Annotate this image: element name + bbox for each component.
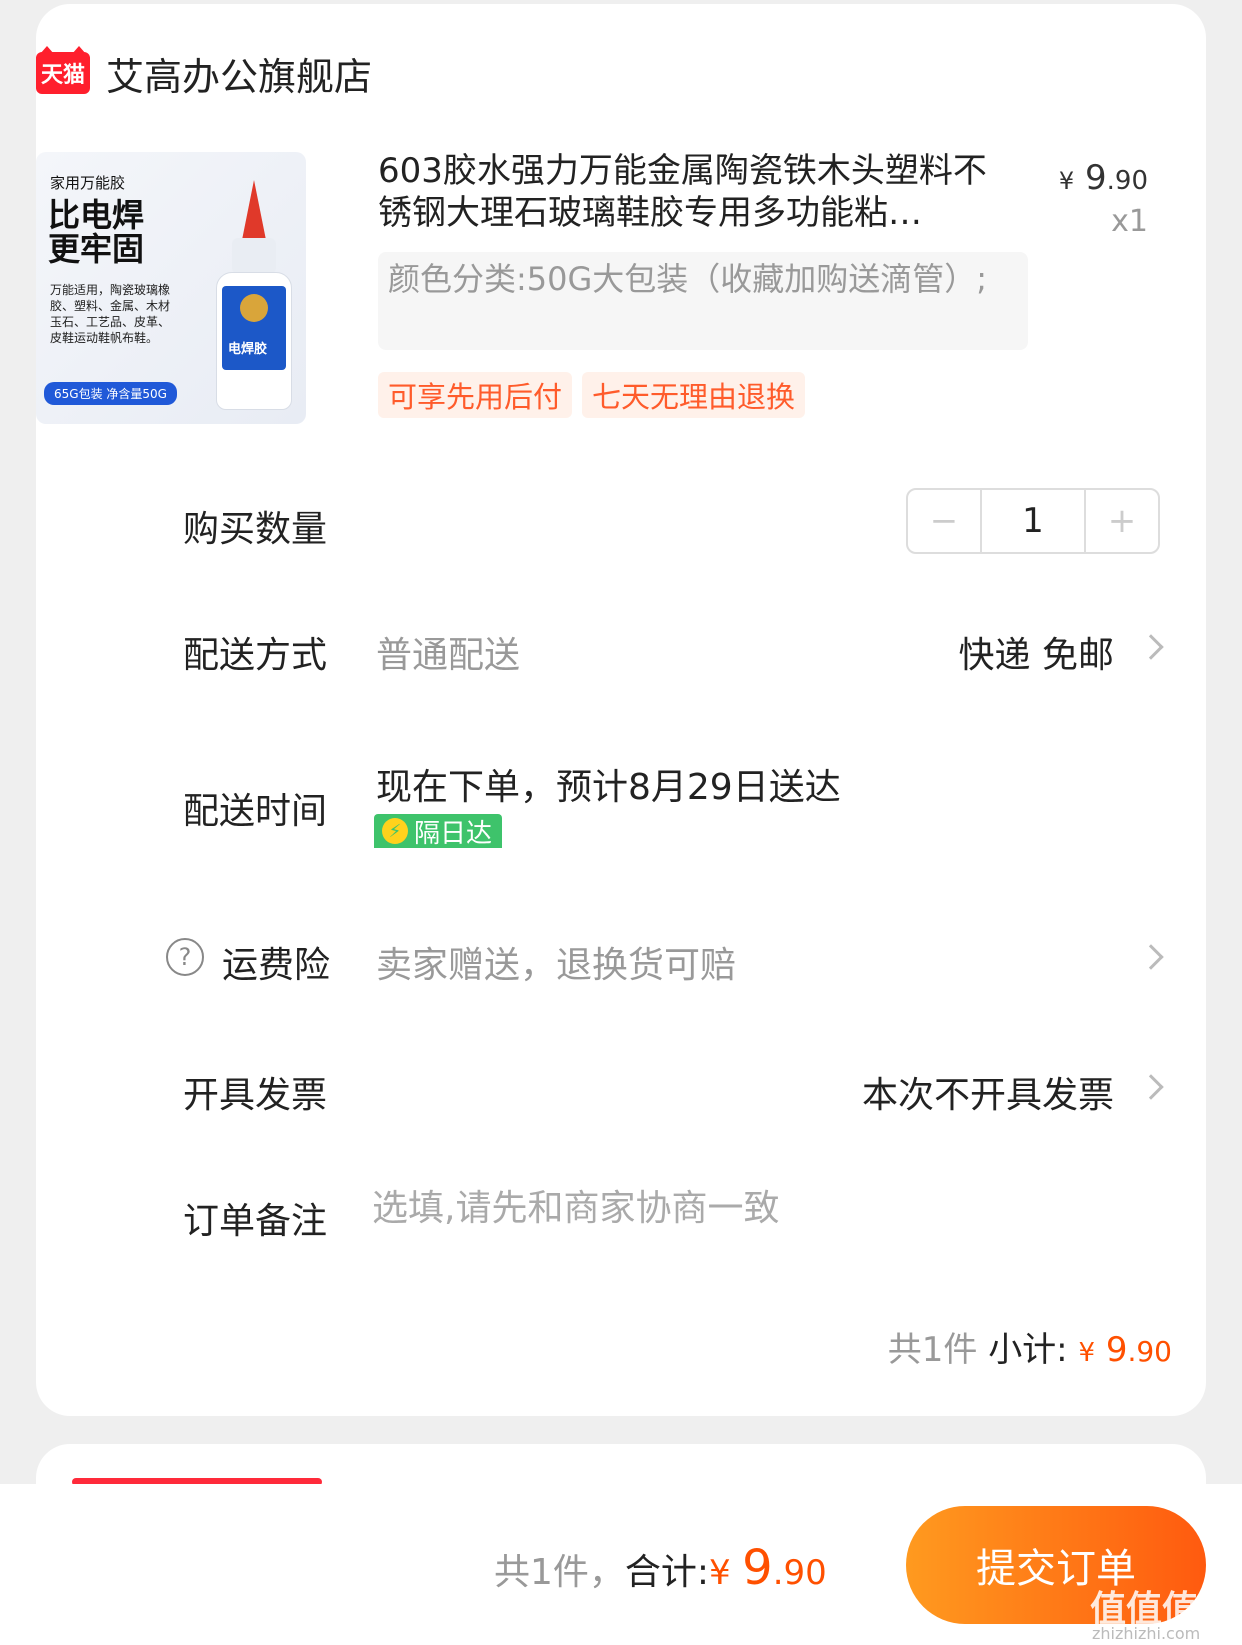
footer-total-label: 合计: (624, 1552, 710, 1593)
price-symbol: ¥ (1058, 167, 1075, 195)
subtotal-dec: .90 (1127, 1335, 1172, 1368)
footer-symbol: ¥ (709, 1553, 731, 1593)
footer-total-amount: ¥ 9.90 (709, 1540, 827, 1596)
bottle-label-text: 电焊胶 (228, 342, 268, 357)
qty-minus-button[interactable]: − (908, 490, 980, 552)
footer-dec: .90 (772, 1553, 827, 1593)
remark-input[interactable] (372, 1188, 872, 1229)
price-int: 9 (1085, 158, 1107, 198)
bottle-cap-shape (242, 180, 266, 240)
price-dec: .90 (1106, 166, 1148, 196)
quantity-stepper: − 1 + (906, 488, 1160, 554)
shop-header[interactable]: 天猫 艾高办公旗舰店 (36, 46, 372, 101)
product-price: ¥ 9.90 (1059, 158, 1148, 198)
lightning-icon: ⚡ (382, 818, 408, 844)
subtotal-symbol: ¥ (1078, 1338, 1096, 1368)
bottle-emblem-icon (240, 294, 268, 322)
delivery-method-value: 普通配送 (376, 635, 521, 676)
footer-count: 共1件， (494, 1552, 625, 1593)
qty-value[interactable]: 1 (980, 490, 1086, 552)
subtotal-int: 9 (1105, 1330, 1128, 1370)
delivery-method-option[interactable]: 快递 免邮 (959, 626, 1114, 678)
product-quantity: x1 (1111, 204, 1148, 239)
purchase-qty-label: 购买数量 (183, 509, 328, 550)
product-image-headline-big: 比电焊更牢固 (48, 196, 145, 268)
qty-plus-button[interactable]: + (1086, 490, 1158, 552)
product-image-badge: 65G包装 净含量50G (44, 382, 177, 405)
invoice-value[interactable]: 本次不开具发票 (862, 1066, 1114, 1118)
help-icon-glyph: ? (178, 943, 192, 971)
product-spec[interactable]: 颜色分类:50G大包装（收藏加购送滴管）; (378, 252, 1028, 350)
delivery-time-label: 配送时间 (183, 791, 328, 832)
product-image[interactable]: 家用万能胶 比电焊更牢固 万能适用，陶瓷玻璃橡胶、塑料、金属、木材玉石、工艺品、… (36, 152, 306, 424)
help-icon[interactable]: ? (166, 938, 204, 976)
invoice-label: 开具发票 (183, 1075, 328, 1116)
product-title[interactable]: 603胶水强力万能金属陶瓷铁木头塑料不锈钢大理石玻璃鞋胶专用多功能粘… (378, 150, 1008, 234)
tag-return-7days: 七天无理由退换 (582, 372, 806, 418)
product-image-headline-small: 家用万能胶 (50, 174, 126, 192)
bottle-neck-shape (232, 238, 276, 274)
service-tags: 可享先用后付 七天无理由退换 (378, 372, 815, 418)
footer-total: 共1件，合计:¥ 9.90 (494, 1540, 827, 1596)
subtotal-amount: ¥ 9.90 (1078, 1330, 1172, 1370)
next-day-text: 隔日达 (414, 818, 493, 849)
delivery-method-label: 配送方式 (183, 635, 328, 676)
subtotal: 共1件 小计: ¥ 9.90 (888, 1322, 1172, 1371)
tmall-logo-text: 天猫 (40, 63, 85, 88)
tag-pay-later: 可享先用后付 (378, 372, 573, 418)
remark-label: 订单备注 (183, 1201, 328, 1242)
shipping-insurance-value[interactable]: 卖家赠送，退换货可赔 (376, 936, 736, 988)
shop-name[interactable]: 艾高办公旗舰店 (106, 46, 372, 101)
delivery-time-value: 现在下单，预计8月29日送达 (376, 767, 841, 808)
next-day-badge: ⚡ 隔日达 (374, 814, 503, 849)
footer-int: 9 (742, 1540, 773, 1596)
watermark-url: zhizhizhi.com (1092, 1624, 1201, 1643)
tmall-logo-icon: 天猫 (36, 46, 90, 94)
shipping-insurance-label: 运费险 (222, 945, 331, 986)
subtotal-count: 共1件 (887, 1330, 978, 1370)
subtotal-label: 小计: (988, 1330, 1068, 1370)
product-image-desc: 万能适用，陶瓷玻璃橡胶、塑料、金属、木材玉石、工艺品、皮革、皮鞋运动鞋帆布鞋。 (50, 283, 171, 345)
